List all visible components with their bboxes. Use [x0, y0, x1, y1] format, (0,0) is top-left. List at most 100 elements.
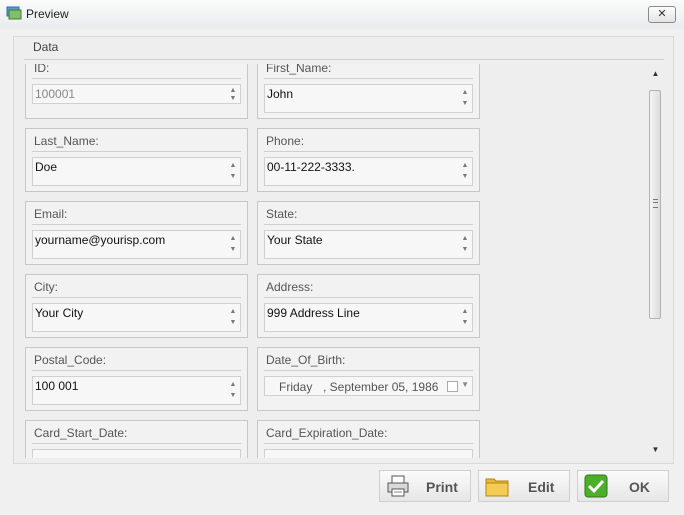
- scroll-down-icon[interactable]: ▼: [460, 171, 470, 182]
- field-divider: [264, 297, 473, 298]
- card-expiration-date-picker[interactable]: [264, 449, 473, 458]
- grip-icon: [653, 199, 658, 208]
- scroll-up-icon[interactable]: ▲: [460, 160, 470, 171]
- scroll-up-icon[interactable]: ▲: [460, 233, 470, 244]
- text-scroll[interactable]: ▲ ▼: [228, 160, 238, 183]
- field-first-name: First_Name: John ▲ ▼: [257, 64, 480, 119]
- scroll-down-icon[interactable]: ▼: [228, 244, 238, 255]
- address-value: 999 Address Line: [267, 306, 360, 320]
- edit-button[interactable]: Edit: [478, 470, 570, 502]
- date-value: , September 05, 1986: [323, 380, 439, 394]
- scroll-up-icon[interactable]: ▲: [647, 66, 664, 82]
- scroll-down-icon[interactable]: ▼: [460, 98, 470, 109]
- scroll-up-icon[interactable]: ▲: [460, 306, 470, 317]
- scroll-down-icon[interactable]: ▼: [228, 171, 238, 182]
- window-title: Preview: [26, 7, 69, 21]
- id-input[interactable]: 100001 ▲ ▼: [32, 84, 241, 104]
- text-scroll[interactable]: ▲ ▼: [460, 160, 470, 183]
- field-label: Card_Start_Date:: [34, 426, 128, 440]
- city-input[interactable]: Your City ▲ ▼: [32, 303, 241, 332]
- text-scroll[interactable]: ▲ ▼: [460, 87, 470, 110]
- date-checkbox[interactable]: [447, 381, 458, 392]
- text-scroll[interactable]: ▲ ▼: [228, 233, 238, 256]
- state-value: Your State: [267, 233, 323, 247]
- text-scroll[interactable]: ▲ ▼: [228, 306, 238, 329]
- spin-up-icon[interactable]: ▲: [228, 87, 238, 95]
- spin-down-icon[interactable]: ▼: [228, 95, 238, 103]
- state-input[interactable]: Your State ▲ ▼: [264, 230, 473, 259]
- chevron-down-icon[interactable]: ▼: [461, 380, 469, 389]
- card-start-date-picker[interactable]: [32, 449, 241, 458]
- date-day: Friday: [279, 380, 313, 394]
- last-name-input[interactable]: Doe ▲ ▼: [32, 157, 241, 186]
- field-divider: [32, 297, 241, 298]
- printer-icon: [387, 475, 409, 497]
- field-label: Date_Of_Birth:: [266, 353, 346, 367]
- field-city: City: Your City ▲ ▼: [25, 274, 248, 338]
- date-of-birth-picker[interactable]: Friday , September 05, 1986 ▼: [264, 376, 473, 396]
- field-label: Postal_Code:: [34, 353, 107, 367]
- field-email: Email: yourname@yourisp.com ▲ ▼: [25, 201, 248, 265]
- field-label: First_Name:: [266, 64, 332, 75]
- first-name-value: John: [267, 87, 294, 101]
- field-state: State: Your State ▲ ▼: [257, 201, 480, 265]
- edit-label: Edit: [528, 479, 555, 495]
- field-divider: [32, 370, 241, 371]
- group-divider: [24, 59, 664, 60]
- group-title: Data: [33, 40, 59, 54]
- postal-code-value: 100 001: [35, 379, 79, 393]
- app-icon: [6, 6, 22, 20]
- id-spinner[interactable]: ▲ ▼: [228, 87, 238, 103]
- scroll-up-icon[interactable]: ▲: [228, 306, 238, 317]
- city-value: Your City: [35, 306, 84, 320]
- field-postal-code: Postal_Code: 100 001 ▲ ▼: [25, 347, 248, 411]
- field-divider: [264, 224, 473, 225]
- dialog-client-area: Data ID: 100001 ▲ ▼ First_Name: John ▲ ▼…: [0, 28, 684, 515]
- scroll-down-icon[interactable]: ▼: [460, 317, 470, 328]
- close-button[interactable]: ✕: [648, 6, 676, 23]
- scroll-down-icon[interactable]: ▼: [460, 244, 470, 255]
- field-address: Address: 999 Address Line ▲ ▼: [257, 274, 480, 338]
- print-label: Print: [426, 479, 458, 495]
- ok-label: OK: [629, 479, 650, 495]
- data-group: Data ID: 100001 ▲ ▼ First_Name: John ▲ ▼…: [13, 36, 674, 464]
- folder-icon: [485, 478, 509, 497]
- field-divider: [264, 151, 473, 152]
- ok-button[interactable]: OK: [577, 470, 669, 502]
- field-divider: [264, 443, 473, 444]
- vertical-scrollbar[interactable]: ▲ ▼: [647, 66, 664, 458]
- field-label: Phone:: [266, 134, 305, 148]
- field-id: ID: 100001 ▲ ▼: [25, 64, 248, 119]
- address-input[interactable]: 999 Address Line ▲ ▼: [264, 303, 473, 332]
- email-input[interactable]: yourname@yourisp.com ▲ ▼: [32, 230, 241, 259]
- scroll-up-icon[interactable]: ▲: [460, 87, 470, 98]
- field-label: State:: [266, 207, 298, 221]
- field-phone: Phone: 00-11-222-3333. ▲ ▼: [257, 128, 480, 192]
- field-divider: [264, 78, 473, 79]
- phone-input[interactable]: 00-11-222-3333. ▲ ▼: [264, 157, 473, 186]
- text-scroll[interactable]: ▲ ▼: [460, 233, 470, 256]
- field-label: Card_Expiration_Date:: [266, 426, 388, 440]
- text-scroll[interactable]: ▲ ▼: [460, 306, 470, 329]
- first-name-input[interactable]: John ▲ ▼: [264, 84, 473, 113]
- phone-value: 00-11-222-3333.: [267, 160, 355, 174]
- scroll-down-icon[interactable]: ▼: [228, 390, 238, 401]
- print-button[interactable]: Print: [379, 470, 471, 502]
- scroll-down-icon[interactable]: ▼: [228, 317, 238, 328]
- fields-viewport[interactable]: ID: 100001 ▲ ▼ First_Name: John ▲ ▼ Last…: [25, 64, 645, 458]
- scroll-up-icon[interactable]: ▲: [228, 160, 238, 171]
- postal-code-input[interactable]: 100 001 ▲ ▼: [32, 376, 241, 405]
- field-divider: [32, 78, 241, 79]
- field-divider: [32, 443, 241, 444]
- field-divider: [264, 370, 473, 371]
- field-card-expiration-date: Card_Expiration_Date:: [257, 420, 480, 458]
- last-name-value: Doe: [35, 160, 58, 174]
- scroll-thumb[interactable]: [649, 90, 661, 319]
- scroll-down-icon[interactable]: ▼: [647, 442, 664, 458]
- scroll-up-icon[interactable]: ▲: [228, 233, 238, 244]
- field-label: ID:: [34, 64, 50, 75]
- scroll-up-icon[interactable]: ▲: [228, 379, 238, 390]
- field-divider: [32, 224, 241, 225]
- checkmark-icon: [584, 474, 608, 498]
- text-scroll[interactable]: ▲ ▼: [228, 379, 238, 402]
